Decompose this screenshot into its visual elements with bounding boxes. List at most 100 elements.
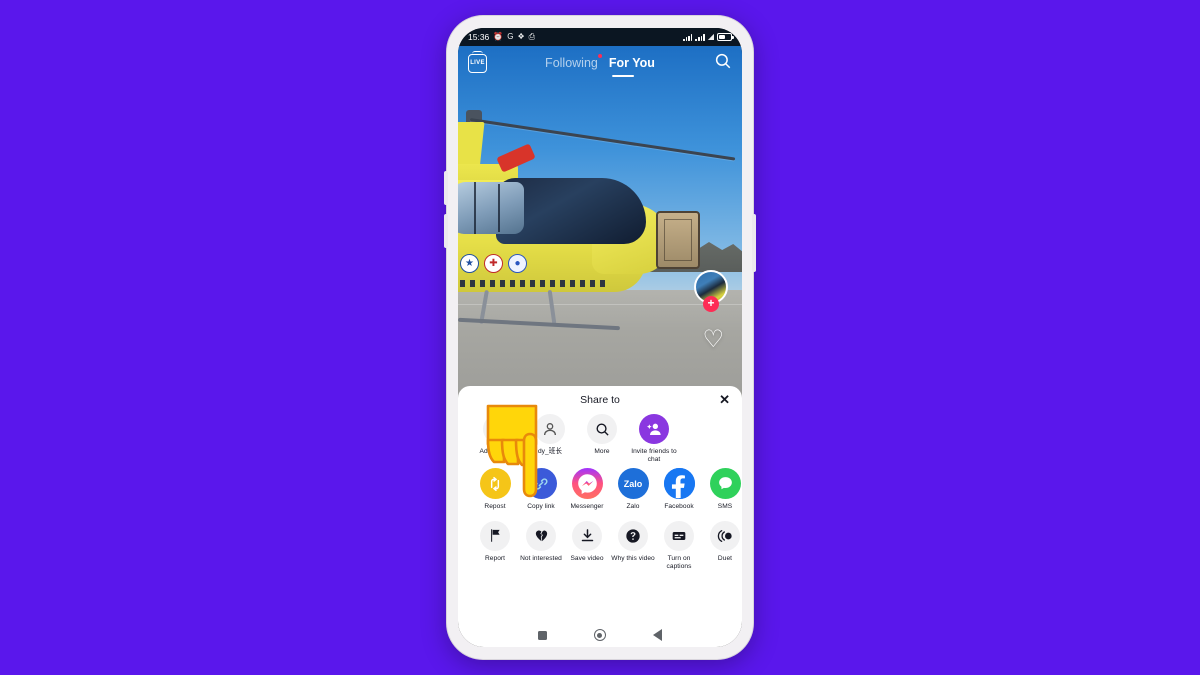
story-icon xyxy=(483,414,513,444)
sms-icon xyxy=(709,468,741,500)
app-icon: ❖ xyxy=(517,32,525,41)
windshield xyxy=(458,182,524,234)
share-item-label: More xyxy=(594,448,610,455)
helicopter-graphic: ★ ✚ ● xyxy=(458,108,736,331)
circle-home-icon[interactable] xyxy=(593,629,606,641)
flag-icon xyxy=(480,520,510,551)
power-button[interactable] xyxy=(752,214,756,272)
phone-screen: 15:36 ⏰ G ❖ ⎙ ◢ ★ ✚ ● + ♡ LIVE Following… xyxy=(458,28,742,647)
tab-following[interactable]: Following xyxy=(545,54,602,70)
tab-for-you[interactable]: For You xyxy=(609,56,655,70)
heart-icon[interactable]: ♡ xyxy=(702,328,724,352)
live-icon[interactable]: LIVE xyxy=(468,50,487,73)
share-item-label: Report xyxy=(484,554,506,562)
phone-frame: 15:36 ⏰ G ❖ ⎙ ◢ ★ ✚ ● + ♡ LIVE Following… xyxy=(444,16,756,659)
share-item-messenger[interactable]: Messenger xyxy=(564,468,610,511)
rescue-emblem-icon: ★ xyxy=(460,254,479,273)
ground-cart xyxy=(656,211,700,269)
question-icon xyxy=(618,520,648,551)
status-bar-left: 15:36 ⏰ G ❖ ⎙ xyxy=(468,32,535,42)
checker-stripe xyxy=(458,280,610,287)
creator-avatar-wrap[interactable]: + xyxy=(694,270,728,312)
share-item-label: Save video xyxy=(570,554,604,562)
notification-dot xyxy=(597,54,602,58)
repost-icon xyxy=(479,468,511,500)
feed-tabs: Following For You xyxy=(545,54,655,77)
share-item-label: Not interested xyxy=(520,554,562,562)
share-item-label: Messenger xyxy=(570,503,604,511)
captions-icon xyxy=(664,520,694,551)
window-divider xyxy=(474,182,476,234)
square-recents-icon[interactable] xyxy=(537,630,547,640)
share-sheet-header: Share to ✕ xyxy=(458,386,742,414)
share-item-why-this-video[interactable]: Why this video xyxy=(610,520,656,571)
broken-heart-icon xyxy=(526,520,556,551)
share-item-contact[interactable]: dy_班长 xyxy=(524,414,576,464)
add-person-icon xyxy=(639,414,669,444)
share-item-label: SMS xyxy=(717,503,733,511)
signal-bars-2-icon xyxy=(695,33,705,41)
share-item-label: Add to Story xyxy=(479,448,517,455)
share-item-duet[interactable]: Duet xyxy=(702,520,742,571)
share-item-label: dy_班长 xyxy=(537,448,563,455)
volume-down-button[interactable] xyxy=(444,214,448,248)
download-icon xyxy=(572,520,602,551)
share-item-invite-friends[interactable]: Invite friends to chat xyxy=(628,414,680,464)
share-item-more[interactable]: More xyxy=(576,414,628,464)
messenger-icon xyxy=(571,468,603,500)
share-item-report[interactable]: Report xyxy=(472,520,518,571)
medical-emblem-icon: ✚ xyxy=(484,254,503,273)
status-time: 15:36 xyxy=(468,32,490,42)
zalo-icon: Zalo xyxy=(617,468,649,500)
crest-emblem-icon: ● xyxy=(508,254,527,273)
share-item-label: Turn on captions xyxy=(666,554,692,570)
share-item-not-interested[interactable]: Not interested xyxy=(518,520,564,571)
share-item-turn-on-captions[interactable]: Turn on captions xyxy=(656,520,702,571)
tab-following-label: Following xyxy=(545,56,598,70)
share-item-save-video[interactable]: Save video xyxy=(564,520,610,571)
window-divider xyxy=(498,184,500,232)
share-item-label: Facebook xyxy=(664,503,694,511)
triangle-back-icon[interactable] xyxy=(653,629,663,641)
share-row-apps: Add to Story dy_班长 More Invite friends t… xyxy=(458,414,742,464)
follow-button[interactable]: + xyxy=(703,296,719,312)
share-item-zalo[interactable]: Zalo Zalo xyxy=(610,468,656,511)
share-item-copy-link[interactable]: Copy link xyxy=(518,468,564,511)
share-item-facebook[interactable]: Facebook xyxy=(656,468,702,511)
search-icon[interactable] xyxy=(714,52,732,75)
tail-fin xyxy=(458,122,485,170)
printer-icon: ⎙ xyxy=(528,32,536,41)
active-tab-underline xyxy=(611,74,634,77)
video-player[interactable]: ★ ✚ ● + ♡ xyxy=(458,46,742,410)
contact-avatar-icon xyxy=(535,414,565,444)
share-item-add-to-story[interactable]: Add to Story xyxy=(472,414,524,464)
share-sheet: Share to ✕ Add to Story dy_班长 More Invit… xyxy=(458,386,742,623)
wifi-icon: ◢ xyxy=(707,32,714,41)
alarm-icon: ⏰ xyxy=(493,32,504,41)
facebook-icon xyxy=(663,468,695,500)
battery-icon xyxy=(717,33,734,41)
share-item-label: Zalo xyxy=(626,503,640,511)
share-row-actions: Report Not interested Save video Why thi… xyxy=(458,520,742,571)
volume-up-button[interactable] xyxy=(444,171,448,205)
share-item-label: Copy link xyxy=(527,503,555,511)
android-navigation-bar xyxy=(458,623,742,647)
signal-bars-1-icon xyxy=(683,33,693,41)
close-icon[interactable]: ✕ xyxy=(719,393,730,406)
share-item-repost[interactable]: Repost xyxy=(472,468,518,511)
google-icon: G xyxy=(507,32,514,41)
zalo-wordmark: Zalo xyxy=(623,478,643,489)
share-item-label: Invite friends to chat xyxy=(631,448,677,464)
status-bar-right: ◢ xyxy=(683,32,734,41)
status-bar: 15:36 ⏰ G ❖ ⎙ ◢ xyxy=(458,28,742,46)
share-item-label: Duet xyxy=(717,554,733,562)
share-sheet-title: Share to xyxy=(580,394,620,406)
search-icon xyxy=(587,414,617,444)
top-navigation: LIVE Following For You xyxy=(458,46,742,80)
share-item-label: Repost xyxy=(484,503,506,511)
landing-skid-leg xyxy=(547,289,557,325)
share-row-social: Repost Copy link Messenger Zalo Zalo Fac… xyxy=(458,468,742,511)
duet-icon xyxy=(710,520,740,551)
share-item-sms[interactable]: SMS xyxy=(702,468,742,511)
link-icon xyxy=(525,468,557,500)
